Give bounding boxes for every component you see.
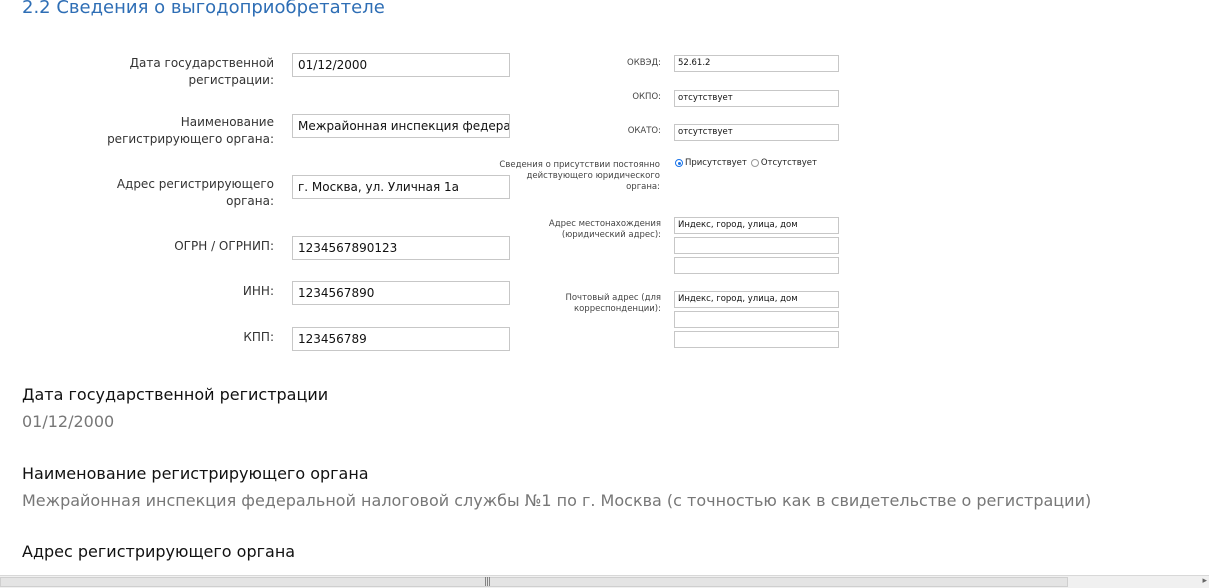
scrollbar-thumb[interactable]: ||| bbox=[0, 577, 1068, 587]
kpp-label: КПП: bbox=[243, 330, 274, 344]
ogrn-input[interactable]: 1234567890123 bbox=[292, 236, 510, 260]
postal-address-line-3[interactable] bbox=[674, 331, 839, 348]
kpp-input[interactable]: 123456789 bbox=[292, 327, 510, 351]
radio-selected-icon[interactable] bbox=[675, 159, 683, 167]
reg-body-input[interactable]: Межрайонная инспекция федеральн bbox=[292, 114, 510, 138]
okved-label: ОКВЭД: bbox=[627, 58, 661, 68]
okato-label: ОКАТО: bbox=[627, 126, 661, 136]
info-value-reg-date: 01/12/2000 bbox=[22, 412, 115, 431]
presence-option-absent[interactable]: Отсутствует bbox=[750, 158, 817, 168]
info-label-reg-address: Адрес регистрирующего органа bbox=[22, 542, 296, 561]
legal-address-label: Адрес местонахождения (юридический адрес… bbox=[548, 219, 661, 240]
scroll-right-icon[interactable]: ▸ bbox=[1202, 576, 1207, 586]
okato-input[interactable]: отсутствует bbox=[674, 124, 839, 141]
reg-address-input[interactable]: г. Москва, ул. Уличная 1а bbox=[292, 175, 510, 199]
okved-input[interactable]: 52.61.2 bbox=[674, 55, 839, 72]
legal-address-line-3[interactable] bbox=[674, 257, 839, 274]
info-value-reg-body: Межрайонная инспекция федеральной налого… bbox=[22, 491, 1092, 510]
reg-address-label: Адрес регистрирующего органа: bbox=[116, 177, 274, 208]
presence-option-present-label: Присутствует bbox=[685, 158, 747, 168]
info-label-reg-date: Дата государственной регистрации bbox=[22, 385, 329, 404]
presence-label: Сведения о присутствии постоянно действу… bbox=[499, 160, 660, 192]
radio-unselected-icon[interactable] bbox=[750, 159, 759, 167]
reg-date-label: Дата государственной регистрации: bbox=[129, 56, 274, 87]
inn-input[interactable]: 1234567890 bbox=[292, 281, 510, 305]
presence-option-absent-label: Отсутствует bbox=[760, 158, 817, 168]
okpo-input[interactable]: отсутствует bbox=[674, 90, 839, 107]
postal-address-label: Почтовый адрес (для корреспонденции): bbox=[565, 293, 661, 314]
reg-date-input[interactable]: 01/12/2000 bbox=[292, 53, 510, 77]
presence-radio-group: Присутствует Отсутствует bbox=[675, 158, 821, 168]
info-label-reg-body: Наименование регистрирующего органа bbox=[22, 464, 369, 483]
ogrn-label: ОГРН / ОГРНИП: bbox=[174, 239, 274, 253]
okpo-label: ОКПО: bbox=[632, 92, 661, 102]
reg-body-label: Наименование регистрирующего органа: bbox=[107, 115, 274, 146]
horizontal-scrollbar[interactable]: ||| ▸ bbox=[0, 575, 1209, 588]
inn-label: ИНН: bbox=[242, 284, 274, 298]
presence-option-present[interactable]: Присутствует bbox=[675, 158, 747, 168]
postal-address-line-1[interactable]: Индекс, город, улица, дом bbox=[674, 291, 839, 308]
legal-address-line-2[interactable] bbox=[674, 237, 839, 254]
scrollbar-grip-icon: ||| bbox=[484, 577, 491, 587]
legal-address-line-1[interactable]: Индекс, город, улица, дом bbox=[674, 217, 839, 234]
postal-address-line-2[interactable] bbox=[674, 311, 839, 328]
section-title: 2.2 Сведения о выгодоприобретателе bbox=[22, 0, 385, 18]
